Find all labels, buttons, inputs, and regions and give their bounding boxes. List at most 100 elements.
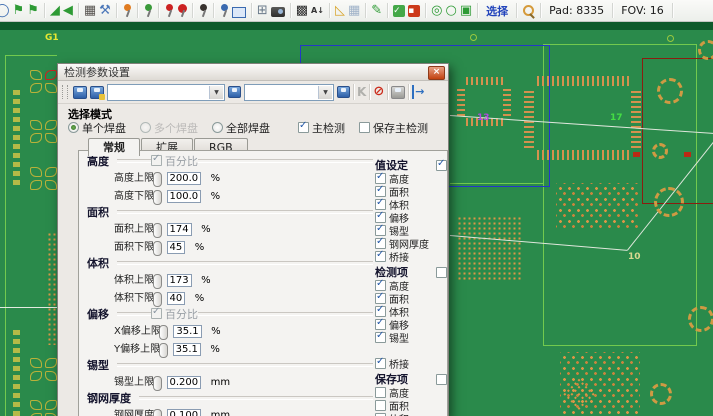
grid-light-icon[interactable]: ▦ — [348, 3, 360, 19]
rect-blue-icon[interactable] — [232, 7, 246, 18]
section-title: 钢网厚度 — [87, 390, 131, 406]
value-input[interactable]: 173 — [167, 274, 192, 287]
chevron-down-icon[interactable]: ▼ — [209, 86, 223, 99]
value-input[interactable]: 35.1 — [173, 325, 201, 338]
save-items-master-checkbox[interactable] — [436, 374, 447, 385]
value-set-bridging[interactable]: 桥接 — [375, 249, 409, 264]
flag-a-icon[interactable]: ⚑ — [13, 3, 25, 19]
flag-a2-icon[interactable]: ⚑ — [27, 3, 39, 19]
check-save-main-detect[interactable]: 保存主检测 — [359, 120, 428, 136]
check-main-detect[interactable]: 主检测 — [298, 120, 345, 136]
radio-all-pads[interactable]: 全部焊盘 — [212, 120, 270, 136]
grid-icon[interactable]: ⊞ — [257, 3, 268, 19]
exit-icon[interactable]: → — [412, 85, 424, 99]
pin-green-icon[interactable] — [143, 3, 153, 18]
slider-thumb[interactable] — [153, 376, 162, 391]
stats-icon[interactable]: K — [357, 85, 366, 99]
chart-edit-icon[interactable]: ✎ — [371, 3, 382, 19]
chevron-down-icon[interactable]: ▼ — [318, 86, 332, 99]
flag-triangle-icon[interactable]: ◢ — [50, 3, 60, 19]
slider-thumb[interactable] — [153, 409, 162, 416]
preset-combo-2[interactable]: ▼ — [244, 84, 334, 101]
tiles-icon[interactable]: ▩ — [296, 3, 308, 19]
param-entry: 钢网厚度 0.100 mm — [79, 405, 379, 416]
preset-combo-1[interactable]: ▼ — [107, 84, 225, 101]
board-outline — [5, 55, 57, 56]
stop-icon[interactable]: ▪ — [408, 5, 420, 17]
marker-red-icon[interactable] — [177, 3, 187, 18]
value-input[interactable]: 0.200 — [167, 376, 202, 389]
slider-thumb[interactable] — [159, 325, 168, 340]
separator — [408, 84, 409, 100]
separator — [353, 84, 354, 100]
percent-checkbox[interactable]: 百分比 — [151, 306, 198, 322]
pad-column — [13, 88, 20, 185]
value-input[interactable]: 40 — [167, 292, 186, 305]
separator — [387, 84, 388, 100]
circle-icon[interactable]: ○ — [445, 3, 456, 19]
param-label: 锡型上限 — [114, 377, 154, 388]
detect-solder-shape[interactable]: 锡型 — [375, 330, 409, 345]
tools-icon[interactable]: ⚒ — [99, 3, 111, 19]
radio-multi-pad[interactable]: 多个焊盘 — [140, 120, 198, 136]
value-input[interactable]: 35.1 — [173, 343, 201, 356]
sort-az-icon[interactable]: A↓ — [311, 3, 324, 19]
slider-thumb[interactable] — [153, 292, 162, 307]
value-input[interactable]: 200.0 — [167, 172, 202, 185]
square-icon[interactable]: ▣ — [460, 3, 472, 19]
record-icon[interactable]: ◎ — [431, 3, 442, 19]
slider-thumb[interactable] — [153, 172, 162, 187]
load-preset-icon-2[interactable] — [337, 86, 350, 98]
dialog-toolbar: ▼ ▼ K ⊘ → — [58, 81, 448, 104]
toolbar-grip[interactable] — [62, 85, 68, 99]
clipped-circle-icon[interactable]: ◯ — [0, 3, 10, 19]
pin-black-icon[interactable] — [198, 3, 208, 18]
tab-general[interactable]: 常规 — [88, 138, 140, 156]
pin-red-icon[interactable] — [164, 3, 174, 18]
check-icon[interactable]: ✓ — [393, 5, 405, 17]
check-entry: 高度 — [375, 279, 447, 292]
select-button[interactable]: 选择 — [483, 3, 511, 19]
value-input[interactable]: 0.100 — [167, 409, 202, 416]
detect-items-master-checkbox[interactable] — [436, 267, 447, 278]
divider — [198, 312, 373, 316]
slider-thumb[interactable] — [153, 274, 162, 289]
slider-thumb[interactable] — [159, 343, 168, 358]
close-button[interactable]: × — [428, 66, 445, 80]
save-icon[interactable] — [73, 86, 87, 99]
divider — [173, 396, 373, 400]
slider-thumb[interactable] — [153, 190, 162, 205]
value-input[interactable]: 174 — [167, 223, 192, 236]
magnifier-icon[interactable] — [522, 4, 535, 17]
pin-blue-icon[interactable] — [219, 3, 229, 18]
check-entry: 面积 — [375, 185, 447, 198]
slider-thumb[interactable] — [153, 241, 162, 256]
section-title: 体积 — [87, 255, 109, 271]
divider — [117, 312, 151, 316]
detect-bridging[interactable]: 桥接 — [375, 356, 409, 371]
cone-icon[interactable]: ◀ — [63, 3, 73, 19]
pad-group — [30, 167, 58, 191]
load-preset-icon-1[interactable] — [228, 86, 241, 98]
pin-orange-icon[interactable] — [122, 3, 132, 18]
camera-icon[interactable] — [271, 7, 285, 17]
app: ◯ ⚑ ⚑ ◢ ◀ ▦ ⚒ — [0, 0, 713, 416]
main-toolbar: ◯ ⚑ ⚑ ◢ ◀ ▦ ⚒ — [0, 0, 713, 22]
value-input[interactable]: 100.0 — [167, 190, 202, 203]
slider-thumb[interactable] — [153, 223, 162, 238]
check-entry: 钢网厚度 — [375, 237, 447, 250]
value-input[interactable]: 45 — [167, 241, 186, 254]
image-icon[interactable]: ▦ — [84, 3, 96, 19]
save-as-icon[interactable] — [90, 86, 104, 99]
value-set-master-checkbox[interactable] — [436, 160, 447, 171]
radio-single-pad[interactable]: 单个焊盘 — [68, 120, 126, 136]
save-volume[interactable]: 体积 — [375, 411, 409, 416]
pad-group — [30, 400, 58, 416]
param-entry: 体积下限 40 % — [79, 288, 379, 306]
cancel-icon[interactable]: ⊘ — [373, 85, 384, 99]
ruler-icon[interactable]: ◺ — [335, 3, 345, 19]
dialog-titlebar[interactable]: 检测参数设置 × — [58, 64, 448, 81]
check-entry: 保存项 — [375, 372, 447, 386]
percent-checkbox[interactable]: 百分比 — [151, 153, 198, 169]
save-disk-icon[interactable] — [391, 86, 405, 99]
